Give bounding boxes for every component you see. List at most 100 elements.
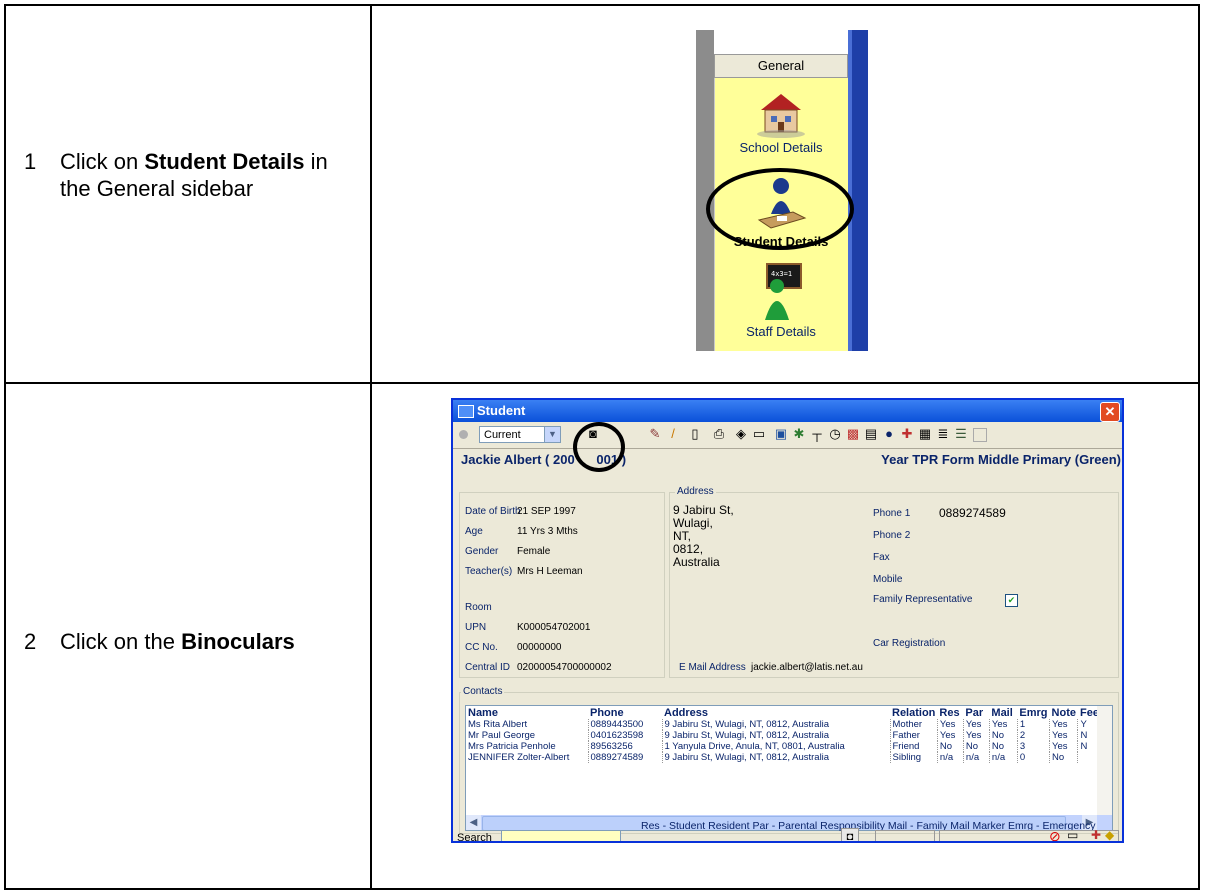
pencil-icon[interactable]: / bbox=[665, 426, 681, 442]
staff-icon: 4x3=1 bbox=[765, 263, 802, 320]
no-entry-icon[interactable]: ⊘ bbox=[1049, 828, 1061, 841]
col-header[interactable]: Mail bbox=[989, 706, 1017, 719]
phone1-value: 0889274589 bbox=[939, 506, 1006, 520]
chevron-left-icon[interactable]: ◀ bbox=[466, 815, 481, 830]
table-row[interactable]: JENNIFER Zolter-Albert 0889274589 9 Jabiru… bbox=[466, 752, 1101, 763]
certificate-icon[interactable]: ▤ bbox=[863, 426, 879, 442]
folder-icon[interactable]: ▣ bbox=[773, 426, 789, 442]
status-dot-icon bbox=[459, 430, 468, 439]
stack-icon[interactable]: ☰ bbox=[953, 426, 969, 442]
contacts-title: Contacts bbox=[461, 686, 505, 697]
camera-icon[interactable]: ◘ bbox=[841, 828, 859, 841]
notes-icon[interactable]: ≣ bbox=[935, 426, 951, 442]
highlight-circle bbox=[706, 168, 854, 250]
door-icon[interactable]: ▯ bbox=[687, 426, 703, 442]
sidebar-item-staff-details[interactable]: 4x3=1 Staff Details bbox=[714, 262, 848, 339]
age-value: 11 Yrs 3 Mths bbox=[517, 526, 578, 537]
teacher-label: Teacher(s) bbox=[465, 566, 513, 577]
col-header[interactable]: Address bbox=[662, 706, 890, 719]
step-number: 1 bbox=[24, 149, 37, 174]
blank-icon[interactable] bbox=[973, 428, 987, 442]
window-titlebar: Student ✕ bbox=[453, 400, 1122, 422]
step-text: Click on the Binoculars bbox=[60, 629, 295, 654]
student-year-form: Year TPR Form Middle Primary (Green) bbox=[881, 452, 1121, 467]
table-row[interactable]: Mr Paul George 0401623598 9 Jabiru St, Wul… bbox=[466, 730, 1101, 741]
email-label: E Mail Address bbox=[679, 662, 746, 673]
central-id-value: 02000054700000002 bbox=[517, 662, 612, 673]
step-number: 2 bbox=[24, 629, 37, 654]
col-header[interactable]: Name bbox=[466, 706, 588, 719]
fax-label: Fax bbox=[873, 552, 890, 563]
family-rep-checkbox[interactable]: ✔ bbox=[1005, 594, 1018, 607]
sidebar-border bbox=[852, 30, 868, 351]
medical-icon[interactable]: ✚ bbox=[1091, 828, 1101, 841]
gender-label: Gender bbox=[465, 546, 499, 557]
col-header[interactable]: Note bbox=[1050, 706, 1078, 719]
phone2-label: Phone 2 bbox=[873, 530, 911, 541]
dob-value: 21 SEP 1997 bbox=[517, 506, 576, 517]
sidebar-header-general[interactable]: General bbox=[714, 54, 848, 78]
email-value: jackie.albert@latis.net.au bbox=[751, 662, 863, 673]
sidebar-item-school-details[interactable]: School Details bbox=[714, 84, 848, 155]
upn-label: UPN bbox=[465, 622, 487, 633]
card-icon[interactable]: ▭ bbox=[751, 426, 767, 442]
room-label: Room bbox=[465, 602, 492, 613]
sidebar-gutter bbox=[696, 30, 714, 351]
cc-label: CC No. bbox=[465, 642, 498, 653]
tag-icon[interactable]: ◆ bbox=[1105, 828, 1114, 841]
layers-icon[interactable]: ◈ bbox=[733, 426, 749, 442]
org-chart-icon[interactable]: ┬ bbox=[809, 426, 825, 442]
student-window: Student ✕ Current ▼ ◙ ✎ / ▯ ⎙ ◈ ▭ ▣ ✱ ┬ … bbox=[451, 398, 1124, 843]
sidebar-item-label: Staff Details bbox=[746, 324, 816, 339]
teacher-value: Mrs H Leeman bbox=[517, 566, 583, 577]
svg-text:4x3=1: 4x3=1 bbox=[771, 270, 792, 278]
cc-value: 00000000 bbox=[517, 642, 562, 653]
school-icon bbox=[757, 94, 805, 138]
col-header[interactable]: Emrg bbox=[1017, 706, 1049, 719]
chart-icon[interactable]: ▦ bbox=[917, 426, 933, 442]
table-row[interactable]: Ms Rita Albert 0889443500 9 Jabiru St, Wul… bbox=[466, 719, 1101, 730]
gender-value: Female bbox=[517, 546, 551, 557]
edit-icon[interactable]: ✎ bbox=[647, 426, 663, 442]
window-icon bbox=[458, 405, 474, 418]
close-button[interactable]: ✕ bbox=[1100, 402, 1120, 422]
medical-icon[interactable]: ✚ bbox=[899, 426, 915, 442]
print-icon[interactable]: ⎙ bbox=[711, 426, 727, 442]
central-id-label: Central ID bbox=[465, 662, 511, 673]
family-rep-label: Family Representative bbox=[873, 594, 973, 605]
highlight-circle bbox=[573, 422, 625, 472]
student-header: Jackie Albert ( 200470001 ) Year TPR For… bbox=[461, 452, 1121, 472]
col-header[interactable]: Relation bbox=[890, 706, 937, 719]
car-registration-label: Car Registration bbox=[873, 638, 946, 649]
column-divider bbox=[370, 6, 372, 888]
address-block: 9 Jabiru St, Wulagi, NT, 0812, Australia bbox=[673, 503, 734, 569]
col-header[interactable]: Res bbox=[937, 706, 963, 719]
vertical-scrollbar[interactable] bbox=[1097, 706, 1112, 815]
upn-value: K000054702001 bbox=[517, 622, 591, 633]
puzzle-icon[interactable]: ✱ bbox=[791, 426, 807, 442]
dob-label: Date of Birth bbox=[465, 506, 521, 517]
contacts-grid: Name Phone Address Relation Res Par Mail… bbox=[465, 705, 1113, 831]
student-filter-select[interactable]: Current ▼ bbox=[479, 426, 561, 443]
palette-icon[interactable]: ▩ bbox=[845, 426, 861, 442]
search-input[interactable] bbox=[501, 830, 621, 841]
row-divider bbox=[6, 382, 1198, 384]
toolbar: Current ▼ ◙ ✎ / ▯ ⎙ ◈ ▭ ▣ ✱ ┬ ◷ ▩ ▤ ● ✚ … bbox=[453, 422, 1122, 449]
status-box bbox=[875, 830, 935, 841]
search-label: Search bbox=[457, 832, 492, 843]
step-text: Click on Student Details in the General … bbox=[60, 149, 328, 201]
address-panel bbox=[669, 492, 1119, 678]
chevron-down-icon[interactable]: ▼ bbox=[544, 427, 560, 442]
address-title: Address bbox=[675, 486, 716, 497]
contacts-header-row: Name Phone Address Relation Res Par Mail… bbox=[466, 706, 1101, 719]
note-icon[interactable]: ▭ bbox=[1067, 828, 1078, 841]
table-row[interactable]: Mrs Patricia Penhole 89563256 1 Yanyula Dr… bbox=[466, 741, 1101, 752]
phone1-label: Phone 1 bbox=[873, 508, 911, 519]
clock-icon[interactable]: ◷ bbox=[827, 426, 843, 442]
sidebar-item-label: School Details bbox=[739, 140, 823, 155]
info-icon[interactable]: ● bbox=[881, 426, 897, 442]
age-label: Age bbox=[465, 526, 483, 537]
window-title: Student bbox=[477, 403, 526, 418]
col-header[interactable]: Par bbox=[963, 706, 989, 719]
col-header[interactable]: Phone bbox=[588, 706, 662, 719]
